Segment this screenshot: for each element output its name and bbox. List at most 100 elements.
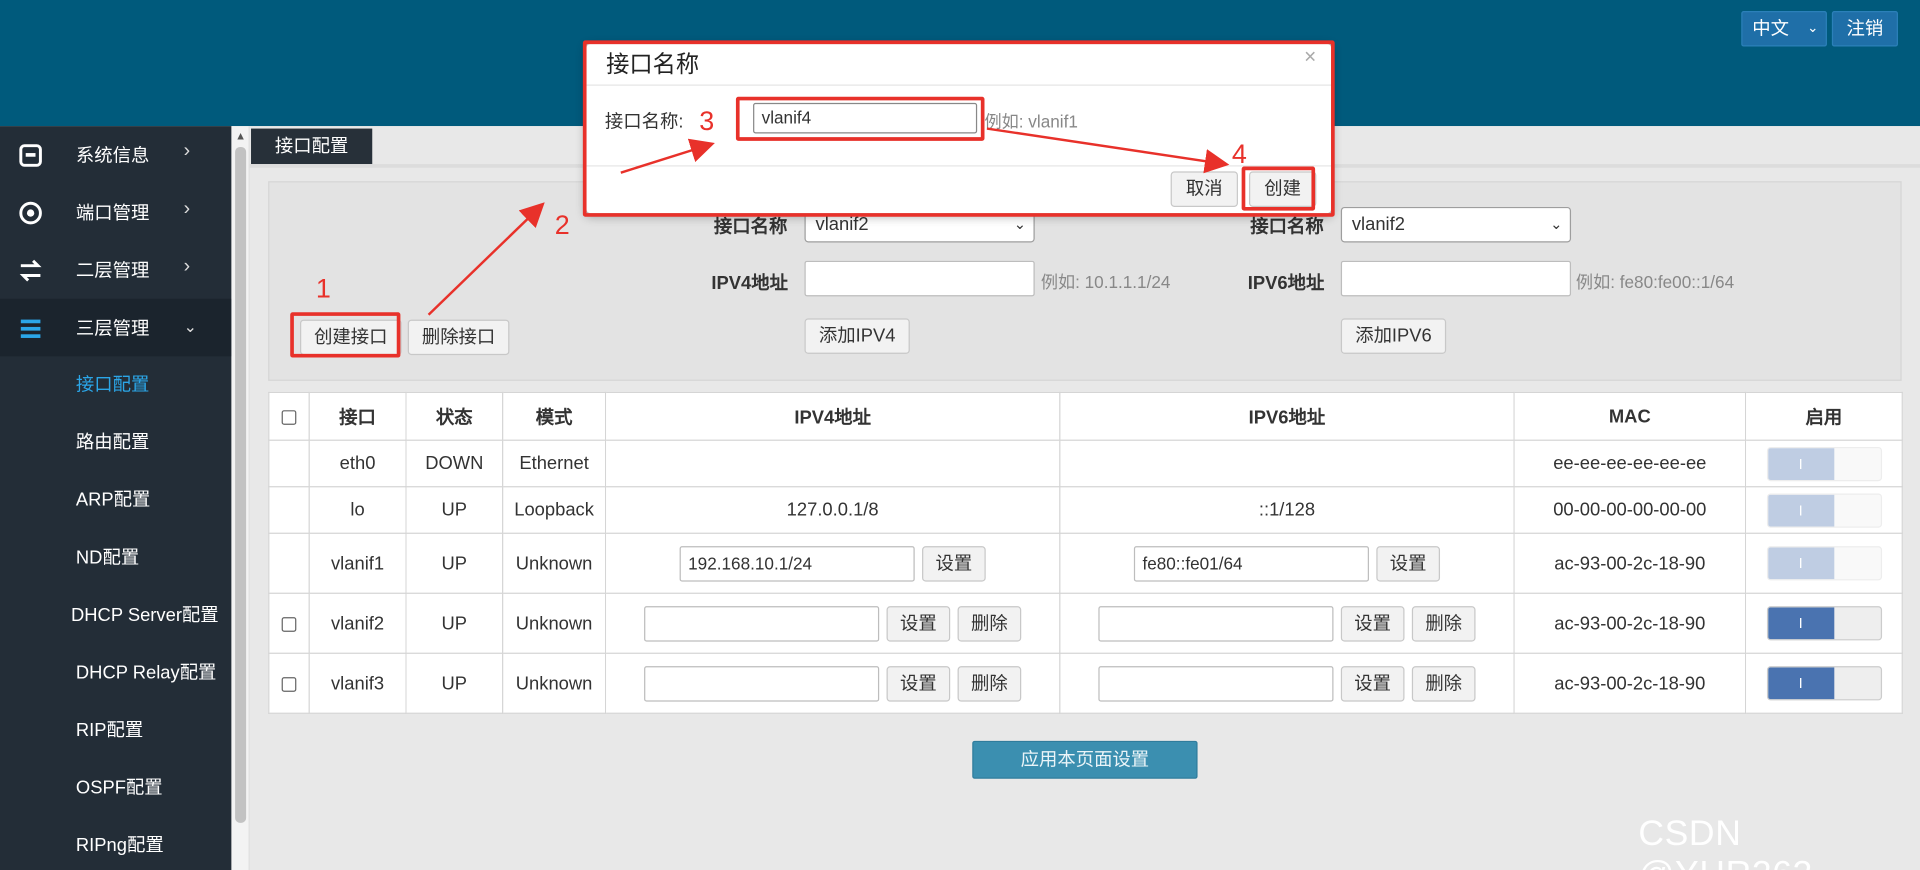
set-ipv6-button[interactable]: 设置 xyxy=(1340,605,1405,642)
chevron-down-icon: ⌄ xyxy=(183,317,198,336)
delete-ipv6-button[interactable]: 删除 xyxy=(1411,665,1476,702)
submenu-ripng[interactable]: RIPng配置 xyxy=(0,817,231,870)
table-row: vlanif1 UP Unknown 192.168.10.1/24 设置 fe8… xyxy=(268,532,1903,594)
add-ipv4-button[interactable]: 添加IPV4 xyxy=(804,318,910,354)
enable-toggle[interactable]: I xyxy=(1766,606,1882,641)
delete-ipv6-button[interactable]: 删除 xyxy=(1411,605,1476,642)
submenu-nd-config[interactable]: ND配置 xyxy=(0,529,231,587)
chevron-right-icon: › xyxy=(183,255,191,277)
ipv6-cell xyxy=(1059,439,1515,488)
col-ipv6: IPV6地址 xyxy=(1059,391,1515,441)
status-cell: UP xyxy=(405,592,504,654)
toggle-on-label: I xyxy=(1767,447,1834,480)
mac-cell: ac-93-00-2c-18-90 xyxy=(1513,532,1747,594)
status-cell: DOWN xyxy=(405,439,504,488)
submenu-interface-config[interactable]: 接口配置 xyxy=(0,356,231,414)
iface-cell: lo xyxy=(308,486,407,534)
toggle-on-label: I xyxy=(1767,607,1834,640)
chevron-right-icon: › xyxy=(183,198,191,220)
table-row: eth0 DOWN Ethernet ee-ee-ee-ee-ee-ee I xyxy=(268,439,1903,488)
enable-cell: I xyxy=(1744,652,1903,714)
scroll-up-icon[interactable]: ▲ xyxy=(235,130,246,142)
row-checkbox[interactable] xyxy=(281,676,297,692)
menu-layer3[interactable]: 三层管理 ⌄ xyxy=(0,298,232,357)
delete-ipv4-button[interactable]: 删除 xyxy=(957,605,1022,642)
app-root: 中文 ⌄ 注销 系统信息 › 端口管理 › 二层管理 › 三层管理 ⌄ 接口配置 … xyxy=(0,0,1920,870)
mac-cell: ac-93-00-2c-18-90 xyxy=(1513,592,1747,654)
menu-system-info[interactable]: 系统信息 › xyxy=(0,126,231,184)
ipv4-input[interactable] xyxy=(644,605,880,642)
table-row: vlanif2 UP Unknown 设置 删除 设置 删除 ac-93-00-2c… xyxy=(268,592,1903,654)
row-checkbox[interactable] xyxy=(281,616,297,632)
ipv6-address-input[interactable] xyxy=(1340,260,1572,297)
scrollbar-thumb[interactable] xyxy=(235,146,247,823)
set-ipv6-button[interactable]: 设置 xyxy=(1340,665,1405,702)
ipv6-interface-select[interactable]: vlanif2 ⌄ xyxy=(1340,206,1572,243)
select-all-checkbox[interactable] xyxy=(281,409,297,425)
language-label: 中文 xyxy=(1752,18,1790,40)
ipv6-cell: 设置 删除 xyxy=(1059,652,1515,714)
chevron-right-icon: › xyxy=(183,140,191,162)
delete-interface-button[interactable]: 删除接口 xyxy=(407,319,510,356)
ipv6-hint: 例如: fe80:fe00::1/64 xyxy=(1575,271,1735,292)
iface-cell: eth0 xyxy=(308,439,407,488)
set-ipv4-button[interactable]: 设置 xyxy=(886,605,951,642)
submenu-rip[interactable]: RIP配置 xyxy=(0,702,231,760)
submenu-dhcp-server[interactable]: DHCP Server配置 xyxy=(0,587,231,645)
interface-table: 接口 状态 模式 IPV4地址 IPV6地址 MAC 启用 eth0 DOWN … xyxy=(268,391,1903,714)
ipv4-iface-label: 接口名称 xyxy=(713,216,788,238)
checkbox-cell xyxy=(268,592,310,654)
submenu-route-config[interactable]: 路由配置 xyxy=(0,414,231,472)
annotation-step-3: 3 xyxy=(699,105,715,136)
mode-cell: Ethernet xyxy=(502,439,607,488)
table-row: vlanif3 UP Unknown 设置 删除 设置 删除 ac-93-00-2c… xyxy=(268,652,1903,714)
tab-interface-config[interactable]: 接口配置 xyxy=(251,128,373,165)
table-row: lo UP Loopback 127.0.0.1/8 ::1/128 00-00… xyxy=(268,486,1903,534)
ipv6-input[interactable] xyxy=(1098,605,1334,642)
ipv6-input[interactable]: fe80::fe01/64 xyxy=(1133,545,1369,582)
delete-ipv4-button[interactable]: 删除 xyxy=(957,665,1022,702)
ipv4-cell: 设置 删除 xyxy=(604,652,1061,714)
annotation-step-1: 1 xyxy=(315,273,331,304)
toggle-on-label: I xyxy=(1767,667,1834,700)
table-header-row: 接口 状态 模式 IPV4地址 IPV6地址 MAC 启用 xyxy=(268,391,1903,441)
submenu-ospf[interactable]: OSPF配置 xyxy=(0,759,231,817)
menu-port-management[interactable]: 端口管理 › xyxy=(0,184,231,242)
col-mode: 模式 xyxy=(502,391,607,441)
add-ipv6-button[interactable]: 添加IPV6 xyxy=(1340,318,1447,354)
annotation-step-2: 2 xyxy=(554,209,570,241)
chevron-down-icon: ⌄ xyxy=(1550,215,1563,233)
language-select[interactable]: 中文 ⌄ xyxy=(1741,11,1827,47)
annotation-box-create xyxy=(290,312,401,358)
enable-toggle: I xyxy=(1766,446,1882,481)
mac-cell: ac-93-00-2c-18-90 xyxy=(1513,652,1747,714)
ipv4-input[interactable]: 192.168.10.1/24 xyxy=(679,545,915,582)
set-ipv4-button[interactable]: 设置 xyxy=(886,665,951,702)
mode-cell: Unknown xyxy=(502,532,607,594)
enable-cell: I xyxy=(1744,439,1903,488)
sidebar-scrollbar[interactable]: ▲ xyxy=(231,126,250,870)
system-info-icon xyxy=(19,144,42,167)
apply-settings-button[interactable]: 应用本页面设置 xyxy=(972,740,1198,779)
logout-button[interactable]: 注销 xyxy=(1831,11,1898,47)
annotation-box-confirm xyxy=(1241,166,1316,211)
set-ipv4-button[interactable]: 设置 xyxy=(922,545,986,582)
ipv4-input[interactable] xyxy=(644,665,880,702)
ipv4-address-input[interactable] xyxy=(804,260,1035,297)
submenu-arp-config[interactable]: ARP配置 xyxy=(0,471,231,529)
enable-toggle[interactable]: I xyxy=(1766,666,1882,701)
checkbox-cell xyxy=(268,439,310,488)
mac-cell: ee-ee-ee-ee-ee-ee xyxy=(1513,439,1747,488)
toggle-on-label: I xyxy=(1767,494,1834,526)
ipv4-address-label: IPV4地址 xyxy=(711,273,789,294)
menu-layer2[interactable]: 二层管理 › xyxy=(0,241,231,299)
set-ipv6-button[interactable]: 设置 xyxy=(1376,545,1441,582)
ipv4-cell: 127.0.0.1/8 xyxy=(604,486,1061,534)
select-value: vlanif2 xyxy=(1351,214,1405,236)
submenu-dhcp-relay[interactable]: DHCP Relay配置 xyxy=(0,644,231,702)
ipv4-hint: 例如: 10.1.1.1/24 xyxy=(1040,271,1171,292)
status-cell: UP xyxy=(405,532,504,594)
mode-cell: Unknown xyxy=(502,592,607,654)
ipv6-input[interactable] xyxy=(1098,665,1334,702)
menu-label: 端口管理 xyxy=(75,203,150,225)
